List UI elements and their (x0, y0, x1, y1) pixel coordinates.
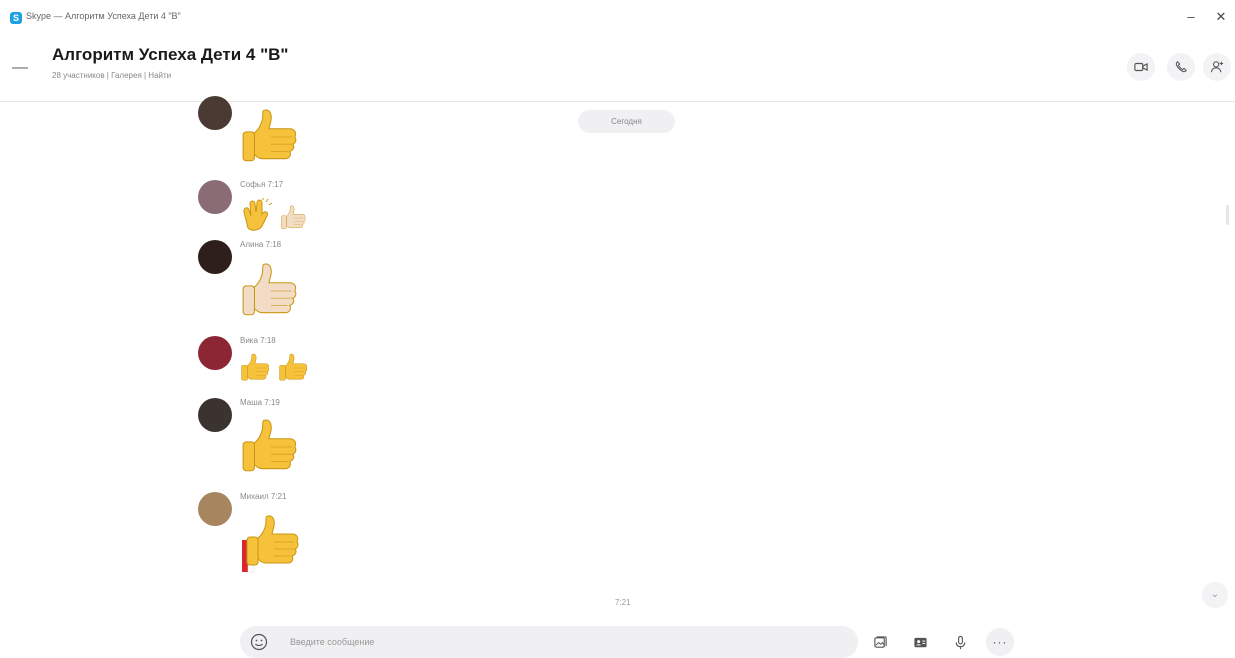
avatar[interactable] (198, 398, 232, 432)
skype-logo-icon: S (10, 12, 22, 24)
sender-name: Маша 7:19 (240, 398, 280, 407)
microphone-button[interactable] (946, 628, 974, 656)
message-composer (240, 626, 858, 658)
conversation-title[interactable]: Алгоритм Успеха Дети 4 "В" (52, 45, 289, 65)
sender-name: Михаил 7:21 (240, 492, 287, 501)
thumbs-up-with-flag-emoji-icon (242, 512, 304, 573)
message-emojis (240, 198, 308, 232)
contact-card-button[interactable] (906, 628, 934, 656)
avatar[interactable] (198, 492, 232, 526)
window-title: Skype — Алгоритм Успеха Дети 4 "В" (26, 11, 181, 21)
add-people-button[interactable] (1203, 53, 1231, 81)
message-emojis (240, 352, 310, 384)
thumbs-up-emoji-icon (278, 352, 310, 384)
scroll-to-bottom-button[interactable]: ⌄ (1202, 582, 1228, 608)
window-titlebar: S Skype — Алгоритм Успеха Дети 4 "В" ‒ ✕ (0, 0, 1235, 36)
contact-card-icon (913, 637, 927, 647)
thumbs-up-light-emoji-icon (280, 204, 308, 232)
avatar[interactable] (198, 96, 232, 130)
back-icon[interactable]: — (10, 58, 30, 78)
avatar[interactable] (198, 240, 232, 274)
avatar[interactable] (198, 336, 232, 370)
date-divider: Сегодня (578, 110, 675, 133)
audio-call-button[interactable] (1167, 53, 1195, 81)
message-emojis (240, 512, 304, 574)
last-activity-time: 7:21 (615, 598, 631, 607)
thumbs-up-emoji-icon (240, 106, 302, 168)
emoji-icon[interactable] (250, 633, 268, 651)
sender-name: Алина 7:18 (240, 240, 282, 249)
message-emojis (240, 260, 302, 322)
video-call-button[interactable] (1127, 53, 1155, 81)
close-icon[interactable]: ✕ (1210, 8, 1232, 26)
sender-name: Софья 7:17 (240, 180, 284, 189)
add-people-icon (1210, 61, 1224, 73)
minimize-icon[interactable]: ‒ (1180, 8, 1202, 26)
message-emojis (240, 416, 302, 478)
thumbs-up-light-emoji-icon (240, 260, 302, 322)
scrollbar[interactable] (1226, 205, 1229, 225)
more-options-button[interactable]: ··· (986, 628, 1014, 656)
gallery-icon (873, 635, 887, 648)
message-emojis (240, 106, 302, 168)
video-call-icon (1134, 62, 1148, 72)
message-input[interactable] (290, 634, 830, 650)
clapping-hands-emoji-icon (243, 198, 273, 231)
microphone-icon (955, 635, 965, 649)
thumbs-up-emoji-icon (240, 416, 302, 478)
conversation-header: — Алгоритм Успеха Дети 4 "В" 28 участник… (0, 36, 1235, 102)
conversation-meta[interactable]: 28 участников | Галерея | Найти (52, 71, 171, 80)
avatar[interactable] (198, 180, 232, 214)
gallery-button[interactable] (866, 628, 894, 656)
more-icon: ··· (992, 635, 1008, 649)
audio-call-icon (1175, 61, 1187, 73)
sender-name: Вика 7:18 (240, 336, 276, 345)
thumbs-up-emoji-icon (240, 352, 272, 384)
